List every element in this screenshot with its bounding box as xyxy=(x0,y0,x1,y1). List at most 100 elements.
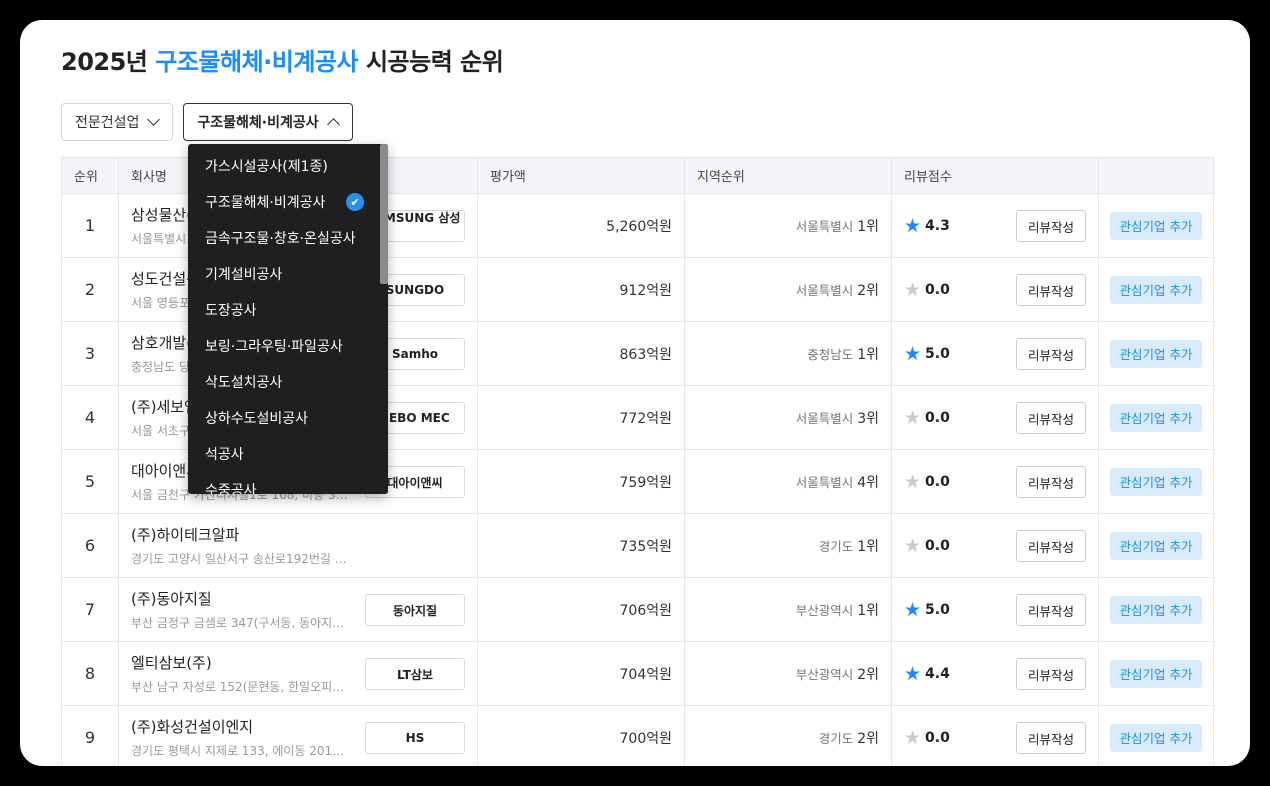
dropdown-option-label: 삭도설치공사 xyxy=(205,375,283,391)
company-name[interactable]: (주)화성건설이엔지 xyxy=(131,716,361,737)
dropdown-option[interactable]: 상하수도설비공사 xyxy=(188,400,388,436)
category-select[interactable]: 구조물해체·비계공사 xyxy=(183,103,353,141)
rank-cell: 1 xyxy=(61,193,119,258)
fav-cell: 관심기업 추가 xyxy=(1098,705,1214,766)
write-review-button[interactable]: 리뷰작성 xyxy=(1015,594,1086,626)
fav-cell: 관심기업 추가 xyxy=(1098,385,1214,450)
company-logo: HS xyxy=(365,722,465,754)
company-cell[interactable]: (주)동아지질 부산 금정구 금샘로 347(구서동, 동아지질… 동아지질 xyxy=(118,577,478,642)
review-score: 0.0 xyxy=(925,473,950,490)
company-name[interactable]: (주)동아지질 xyxy=(131,588,361,609)
dropdown-option[interactable]: 석공사 xyxy=(188,436,388,472)
industry-select[interactable]: 전문건설업 xyxy=(61,103,174,141)
table-row[interactable]: 9 (주)화성건설이엔지 경기도 평택시 지제로 133, 에이동 201호… … xyxy=(61,705,1214,766)
fav-cell: 관심기업 추가 xyxy=(1098,641,1214,706)
dropdown-option[interactable]: 금속구조물·창호·온실공사 xyxy=(188,220,388,256)
rank-cell: 8 xyxy=(61,641,119,706)
dropdown-option[interactable]: 기계설비공사 xyxy=(188,256,388,292)
star-icon: ★ xyxy=(904,598,922,621)
dropdown-scrollbar-thumb[interactable] xyxy=(380,144,388,284)
region-rank-cell: 서울특별시 1위 xyxy=(684,193,892,258)
dropdown-option[interactable]: 보링·그라우팅·파일공사 xyxy=(188,328,388,364)
write-review-button[interactable]: 리뷰작성 xyxy=(1015,274,1086,306)
table-row[interactable]: 6 (주)하이테크알파 경기도 고양시 일산서구 송산로192번길 2… 735… xyxy=(61,513,1214,578)
add-favorite-button[interactable]: 관심기업 추가 xyxy=(1109,211,1203,240)
review-score: 4.3 xyxy=(925,217,950,234)
page-title: 2025년 구조물해체·비계공사 시공능력 순위 xyxy=(61,48,504,76)
star-icon: ★ xyxy=(904,470,922,493)
rank-cell: 7 xyxy=(61,577,119,642)
table-row[interactable]: 8 엘티삼보(주) 부산 남구 자성로 152(문현동, 한일오피스… LT삼보… xyxy=(61,641,1214,706)
header-amount: 평가액 xyxy=(477,157,685,194)
company-cell[interactable]: 엘티삼보(주) 부산 남구 자성로 152(문현동, 한일오피스… LT삼보 xyxy=(118,641,478,706)
amount-cell: 704억원 xyxy=(477,641,685,706)
amount-cell: 759억원 xyxy=(477,449,685,514)
dropdown-option-label: 기계설비공사 xyxy=(205,267,283,283)
review-score: 0.0 xyxy=(925,729,950,746)
table-row[interactable]: 7 (주)동아지질 부산 금정구 금샘로 347(구서동, 동아지질… 동아지질… xyxy=(61,577,1214,642)
review-cell: ★ 0.0 리뷰작성 xyxy=(891,257,1099,322)
review-cell: ★ 0.0 리뷰작성 xyxy=(891,385,1099,450)
fav-cell: 관심기업 추가 xyxy=(1098,321,1214,386)
company-cell[interactable]: (주)화성건설이엔지 경기도 평택시 지제로 133, 에이동 201호… HS xyxy=(118,705,478,766)
filter-bar: 전문건설업 구조물해체·비계공사 xyxy=(61,103,353,141)
dropdown-option[interactable]: 삭도설치공사 xyxy=(188,364,388,400)
dropdown-option[interactable]: 도장공사 xyxy=(188,292,388,328)
add-favorite-button[interactable]: 관심기업 추가 xyxy=(1109,531,1203,560)
dropdown-option-label: 도장공사 xyxy=(205,303,257,319)
region-rank: 2위 xyxy=(857,666,879,683)
company-name[interactable]: (주)하이테크알파 xyxy=(131,524,361,545)
add-favorite-button[interactable]: 관심기업 추가 xyxy=(1109,339,1203,368)
add-favorite-button[interactable]: 관심기업 추가 xyxy=(1109,275,1203,304)
write-review-button[interactable]: 리뷰작성 xyxy=(1015,722,1086,754)
write-review-button[interactable]: 리뷰작성 xyxy=(1015,210,1086,242)
dropdown-option[interactable]: 수중공사 xyxy=(188,472,388,494)
check-icon: ✔ xyxy=(346,193,364,211)
amount-cell: 735억원 xyxy=(477,513,685,578)
region-name: 서울특별시 xyxy=(795,474,854,490)
dropdown-option-label: 가스시설공사(제1종) xyxy=(205,159,328,175)
region-rank: 4위 xyxy=(857,474,879,491)
header-actions xyxy=(1098,157,1214,194)
company-logo: 동아지질 xyxy=(365,594,465,626)
region-rank-cell: 부산광역시 1위 xyxy=(684,577,892,642)
amount-cell: 863억원 xyxy=(477,321,685,386)
review-cell: ★ 0.0 리뷰작성 xyxy=(891,513,1099,578)
company-address: 부산 남구 자성로 152(문현동, 한일오피스… xyxy=(131,680,353,694)
region-rank-cell: 서울특별시 2위 xyxy=(684,257,892,322)
dropdown-option-label: 상하수도설비공사 xyxy=(205,411,309,427)
review-cell: ★ 4.3 리뷰작성 xyxy=(891,193,1099,258)
review-score: 5.0 xyxy=(925,601,950,618)
category-dropdown-list: 가스시설공사(제1종) 구조물해체·비계공사 ✔ 금속구조물·창호·온실공사기계설비공… xyxy=(188,144,388,494)
dropdown-option[interactable]: 구조물해체·비계공사 ✔ xyxy=(188,184,388,220)
write-review-button[interactable]: 리뷰작성 xyxy=(1015,402,1086,434)
add-favorite-button[interactable]: 관심기업 추가 xyxy=(1109,659,1203,688)
write-review-button[interactable]: 리뷰작성 xyxy=(1015,530,1086,562)
add-favorite-button[interactable]: 관심기업 추가 xyxy=(1109,467,1203,496)
dropdown-option-label: 구조물해체·비계공사 xyxy=(205,195,326,211)
write-review-button[interactable]: 리뷰작성 xyxy=(1015,338,1086,370)
write-review-button[interactable]: 리뷰작성 xyxy=(1015,466,1086,498)
fav-cell: 관심기업 추가 xyxy=(1098,257,1214,322)
dropdown-option-label: 금속구조물·창호·온실공사 xyxy=(205,231,356,247)
dropdown-scrollbar[interactable] xyxy=(380,144,388,494)
add-favorite-button[interactable]: 관심기업 추가 xyxy=(1109,723,1203,752)
dropdown-option[interactable]: 가스시설공사(제1종) xyxy=(188,148,388,184)
star-icon: ★ xyxy=(904,662,922,685)
star-icon: ★ xyxy=(904,726,922,749)
review-cell: ★ 5.0 리뷰작성 xyxy=(891,321,1099,386)
review-score: 4.4 xyxy=(925,665,950,682)
rank-cell: 3 xyxy=(61,321,119,386)
add-favorite-button[interactable]: 관심기업 추가 xyxy=(1109,595,1203,624)
fav-cell: 관심기업 추가 xyxy=(1098,577,1214,642)
company-name[interactable]: 엘티삼보(주) xyxy=(131,652,361,673)
region-name: 경기도 xyxy=(818,538,854,554)
chevron-down-icon xyxy=(147,113,161,126)
review-cell: ★ 4.4 리뷰작성 xyxy=(891,641,1099,706)
region-rank-cell: 부산광역시 2위 xyxy=(684,641,892,706)
write-review-button[interactable]: 리뷰작성 xyxy=(1015,658,1086,690)
title-category: 구조물해체·비계공사 xyxy=(155,48,359,76)
rank-cell: 2 xyxy=(61,257,119,322)
add-favorite-button[interactable]: 관심기업 추가 xyxy=(1109,403,1203,432)
company-cell[interactable]: (주)하이테크알파 경기도 고양시 일산서구 송산로192번길 2… xyxy=(118,513,478,578)
